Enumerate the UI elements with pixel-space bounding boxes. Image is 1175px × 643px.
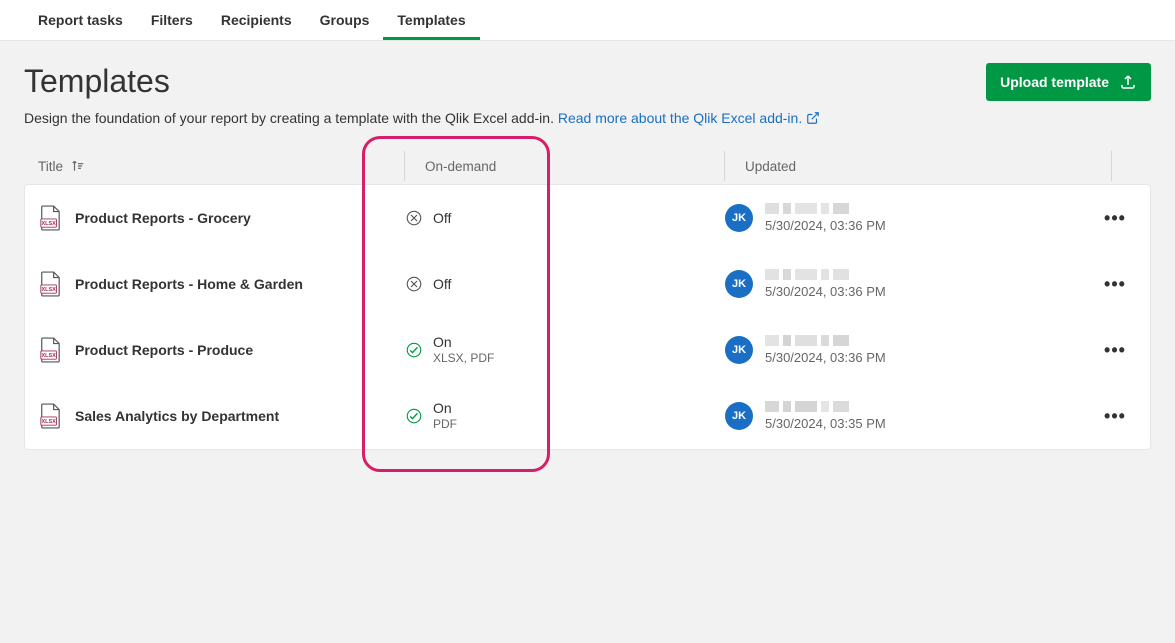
page-title: Templates (24, 63, 170, 100)
ondemand-status-label: On (433, 334, 494, 351)
xlsx-file-icon (39, 403, 61, 429)
table-row[interactable]: Product Reports - Home & Garden Off JK 5/30… (25, 251, 1150, 317)
user-name-redacted (765, 269, 886, 280)
ondemand-status-label: Off (433, 276, 451, 293)
read-more-link[interactable]: Read more about the Qlik Excel add-in. (558, 110, 820, 126)
avatar: JK (725, 270, 753, 298)
user-name-redacted (765, 401, 886, 412)
more-actions-button[interactable]: ••• (1104, 340, 1126, 361)
template-title: Product Reports - Grocery (75, 210, 251, 226)
template-title: Product Reports - Produce (75, 342, 253, 358)
external-link-icon (806, 111, 820, 125)
table-row[interactable]: Product Reports - Grocery Off JK 5/30/2024,… (25, 185, 1150, 251)
table-row[interactable]: Sales Analytics by Department OnPDF JK 5/30… (25, 383, 1150, 449)
sort-icon[interactable] (71, 159, 85, 173)
avatar: JK (725, 402, 753, 430)
xlsx-file-icon (39, 205, 61, 231)
more-actions-button[interactable]: ••• (1104, 406, 1126, 427)
table-header: Title On-demand Updated (24, 148, 1151, 184)
col-title-label[interactable]: Title (38, 159, 63, 174)
tab-filters[interactable]: Filters (137, 0, 207, 40)
tab-recipients[interactable]: Recipients (207, 0, 306, 40)
table-row[interactable]: Product Reports - Produce OnXLSX, PDF JK 5/… (25, 317, 1150, 383)
user-name-redacted (765, 203, 886, 214)
ondemand-status-label: Off (433, 210, 451, 227)
template-title: Product Reports - Home & Garden (75, 276, 303, 292)
x-circle-icon (405, 275, 423, 293)
ondemand-formats: XLSX, PDF (433, 351, 494, 365)
upload-icon (1119, 73, 1137, 91)
upload-template-label: Upload template (1000, 74, 1109, 90)
avatar: JK (725, 336, 753, 364)
ondemand-formats: PDF (433, 417, 457, 431)
check-circle-icon (405, 341, 423, 359)
updated-timestamp: 5/30/2024, 03:35 PM (765, 416, 886, 431)
col-updated-label[interactable]: Updated (745, 159, 796, 174)
updated-timestamp: 5/30/2024, 03:36 PM (765, 218, 886, 233)
xlsx-file-icon (39, 337, 61, 363)
tab-groups[interactable]: Groups (306, 0, 384, 40)
updated-timestamp: 5/30/2024, 03:36 PM (765, 350, 886, 365)
more-actions-button[interactable]: ••• (1104, 274, 1126, 295)
tab-templates[interactable]: Templates (383, 0, 479, 40)
ondemand-status-label: On (433, 400, 457, 417)
tabs-bar: Report tasks Filters Recipients Groups T… (0, 0, 1175, 41)
template-title: Sales Analytics by Department (75, 408, 279, 424)
col-ondemand-label[interactable]: On-demand (425, 159, 496, 174)
more-actions-button[interactable]: ••• (1104, 208, 1126, 229)
templates-table: Title On-demand Updated Pro (24, 148, 1151, 450)
updated-timestamp: 5/30/2024, 03:36 PM (765, 284, 886, 299)
tab-report-tasks[interactable]: Report tasks (24, 0, 137, 40)
upload-template-button[interactable]: Upload template (986, 63, 1151, 101)
avatar: JK (725, 204, 753, 232)
user-name-redacted (765, 335, 886, 346)
page-description: Design the foundation of your report by … (24, 110, 1151, 126)
x-circle-icon (405, 209, 423, 227)
check-circle-icon (405, 407, 423, 425)
xlsx-file-icon (39, 271, 61, 297)
